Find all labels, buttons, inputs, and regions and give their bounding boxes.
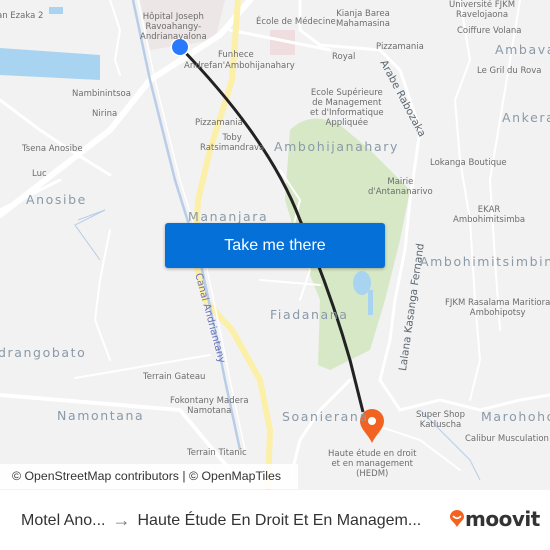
route-summary: Motel Ano... → Haute Étude En Droit Et E… bbox=[21, 510, 421, 531]
moovit-logo: moovit bbox=[449, 507, 540, 531]
district-label: Ambohijanahary bbox=[274, 139, 399, 154]
poi-label: Lokanga Boutique bbox=[430, 158, 507, 168]
poi-label: Hôpital Joseph Ravoahangy- Andrianavalon… bbox=[140, 12, 207, 42]
poi-label: Kianja Barea Mahamasina bbox=[336, 9, 391, 29]
poi-label: an Ezaka 2 bbox=[0, 11, 44, 21]
poi-label: Le Gril du Rova bbox=[477, 66, 542, 76]
poi-label: Nambinintsoa bbox=[72, 89, 131, 99]
district-label: Ambohimitsimbina bbox=[420, 254, 550, 269]
poi-label: Funhece bbox=[218, 50, 254, 60]
poi-label: Toby Ratsimandrava bbox=[200, 133, 265, 153]
destination-name: Haute Étude En Droit Et En Managem... bbox=[137, 511, 422, 529]
district-label: Anosibe bbox=[26, 192, 87, 207]
poi-label: Terrain Gateau bbox=[143, 372, 206, 382]
district-label: Fiadanana bbox=[270, 307, 349, 322]
poi-label: Super Shop Katluscha bbox=[416, 410, 465, 430]
district-label: Soanierana bbox=[282, 409, 369, 424]
poi-label: Royal bbox=[332, 52, 356, 62]
poi-label: Ecole Supérieure de Management et d'Info… bbox=[310, 88, 384, 128]
poi-label: Université FJKM Ravelojaona bbox=[449, 0, 516, 20]
poi-label: Luc bbox=[32, 169, 47, 179]
poi-label: Pizzamania bbox=[376, 42, 424, 52]
district-label: Mananjara bbox=[188, 209, 269, 224]
poi-label: Haute étude en droit et en management (H… bbox=[328, 449, 417, 479]
poi-label: Tsena Anosibe bbox=[22, 144, 83, 154]
pond bbox=[49, 7, 63, 14]
poi-label: Nirina bbox=[92, 109, 118, 119]
poi-label: Andrefan'Ambohijanahary bbox=[184, 61, 295, 71]
district-label: Namontana bbox=[57, 408, 145, 423]
brand-name: moovit bbox=[465, 507, 540, 531]
district-label: drangobato bbox=[0, 345, 87, 360]
poi-label: Fokontany Madera Namotana bbox=[170, 396, 249, 416]
district-label: Ankeral bbox=[502, 110, 550, 125]
footer-bar: Motel Ano... → Haute Étude En Droit Et E… bbox=[0, 490, 550, 550]
poi-label: Coiffure Volana bbox=[457, 26, 522, 36]
take-me-there-button[interactable]: Take me there bbox=[165, 223, 385, 268]
origin-name: Motel Ano... bbox=[21, 511, 106, 529]
district-label: Marohoho bbox=[481, 409, 550, 424]
poi-label: FJKM Rasalama Maritiora Ambohipotsy bbox=[445, 298, 550, 318]
map-view[interactable]: Hôpital Joseph Ravoahangy- Andrianavalon… bbox=[0, 0, 550, 490]
poi-label: Calibur Musculation bbox=[465, 434, 549, 444]
district-label: Ambaval bbox=[495, 42, 550, 57]
poi-label: Mairie d'Antananarivo bbox=[368, 177, 433, 197]
poi-label: Pizzamania bbox=[195, 118, 243, 128]
poi-label: EKAR Ambohimitsimba bbox=[453, 205, 526, 225]
moovit-pin-icon bbox=[450, 510, 464, 527]
lake bbox=[0, 48, 100, 80]
poi-label: École de Médecine bbox=[256, 17, 336, 27]
map-attribution[interactable]: © OpenStreetMap contributors | © OpenMap… bbox=[0, 464, 298, 489]
arrow-right-icon: → bbox=[112, 510, 131, 530]
poi-label: Terrain Titanic bbox=[187, 448, 247, 458]
